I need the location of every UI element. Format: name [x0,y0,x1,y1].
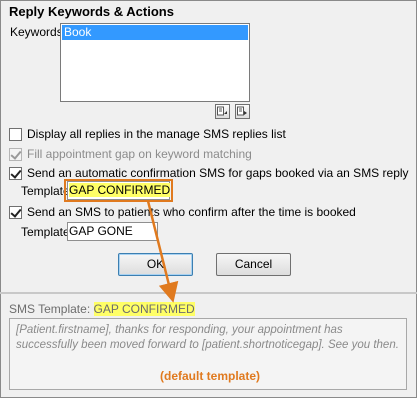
template2-label: Template [21,225,70,239]
option-fill-gap: Fill appointment gap on keyword matching [9,147,252,161]
display-all-replies-checkbox[interactable] [9,127,22,141]
template1-callout-box [64,179,173,202]
keyword-item-book[interactable]: Book [62,25,248,40]
sms-template-caption: SMS Template: [9,302,91,316]
template2-input[interactable]: GAP GONE [67,222,158,241]
keywords-label: Keywords [10,25,63,39]
fill-gap-label: Fill appointment gap on keyword matching [27,147,252,161]
option-display-all-replies[interactable]: Display all replies in the manage SMS re… [9,127,286,141]
keywords-list[interactable]: Book [60,23,250,102]
cancel-button[interactable]: Cancel [216,253,291,276]
option-send-after-booked[interactable]: Send an SMS to patients who confirm afte… [9,205,356,219]
list-export-icon [237,106,247,116]
send-after-booked-checkbox[interactable] [9,205,22,219]
list-import-icon [217,106,227,116]
send-confirmation-label: Send an automatic confirmation SMS for g… [27,166,409,180]
template1-label: Template [21,184,70,198]
option-send-confirmation[interactable]: Send an automatic confirmation SMS for g… [9,166,409,180]
sms-template-label: SMS Template: GAP CONFIRMED [9,302,195,316]
fill-gap-checkbox [9,147,22,161]
sms-template-name: GAP CONFIRMED [93,302,195,316]
send-confirmation-checkbox[interactable] [9,166,22,180]
template2-value: GAP GONE [69,224,133,238]
dialog-title: Reply Keywords & Actions [9,4,174,19]
list-export-button[interactable] [235,104,250,119]
ok-button[interactable]: OK [118,253,193,276]
display-all-replies-label: Display all replies in the manage SMS re… [27,127,286,141]
default-template-note: (default template) [160,369,261,383]
list-import-button[interactable] [215,104,230,119]
send-after-booked-label: Send an SMS to patients who confirm afte… [27,205,356,219]
